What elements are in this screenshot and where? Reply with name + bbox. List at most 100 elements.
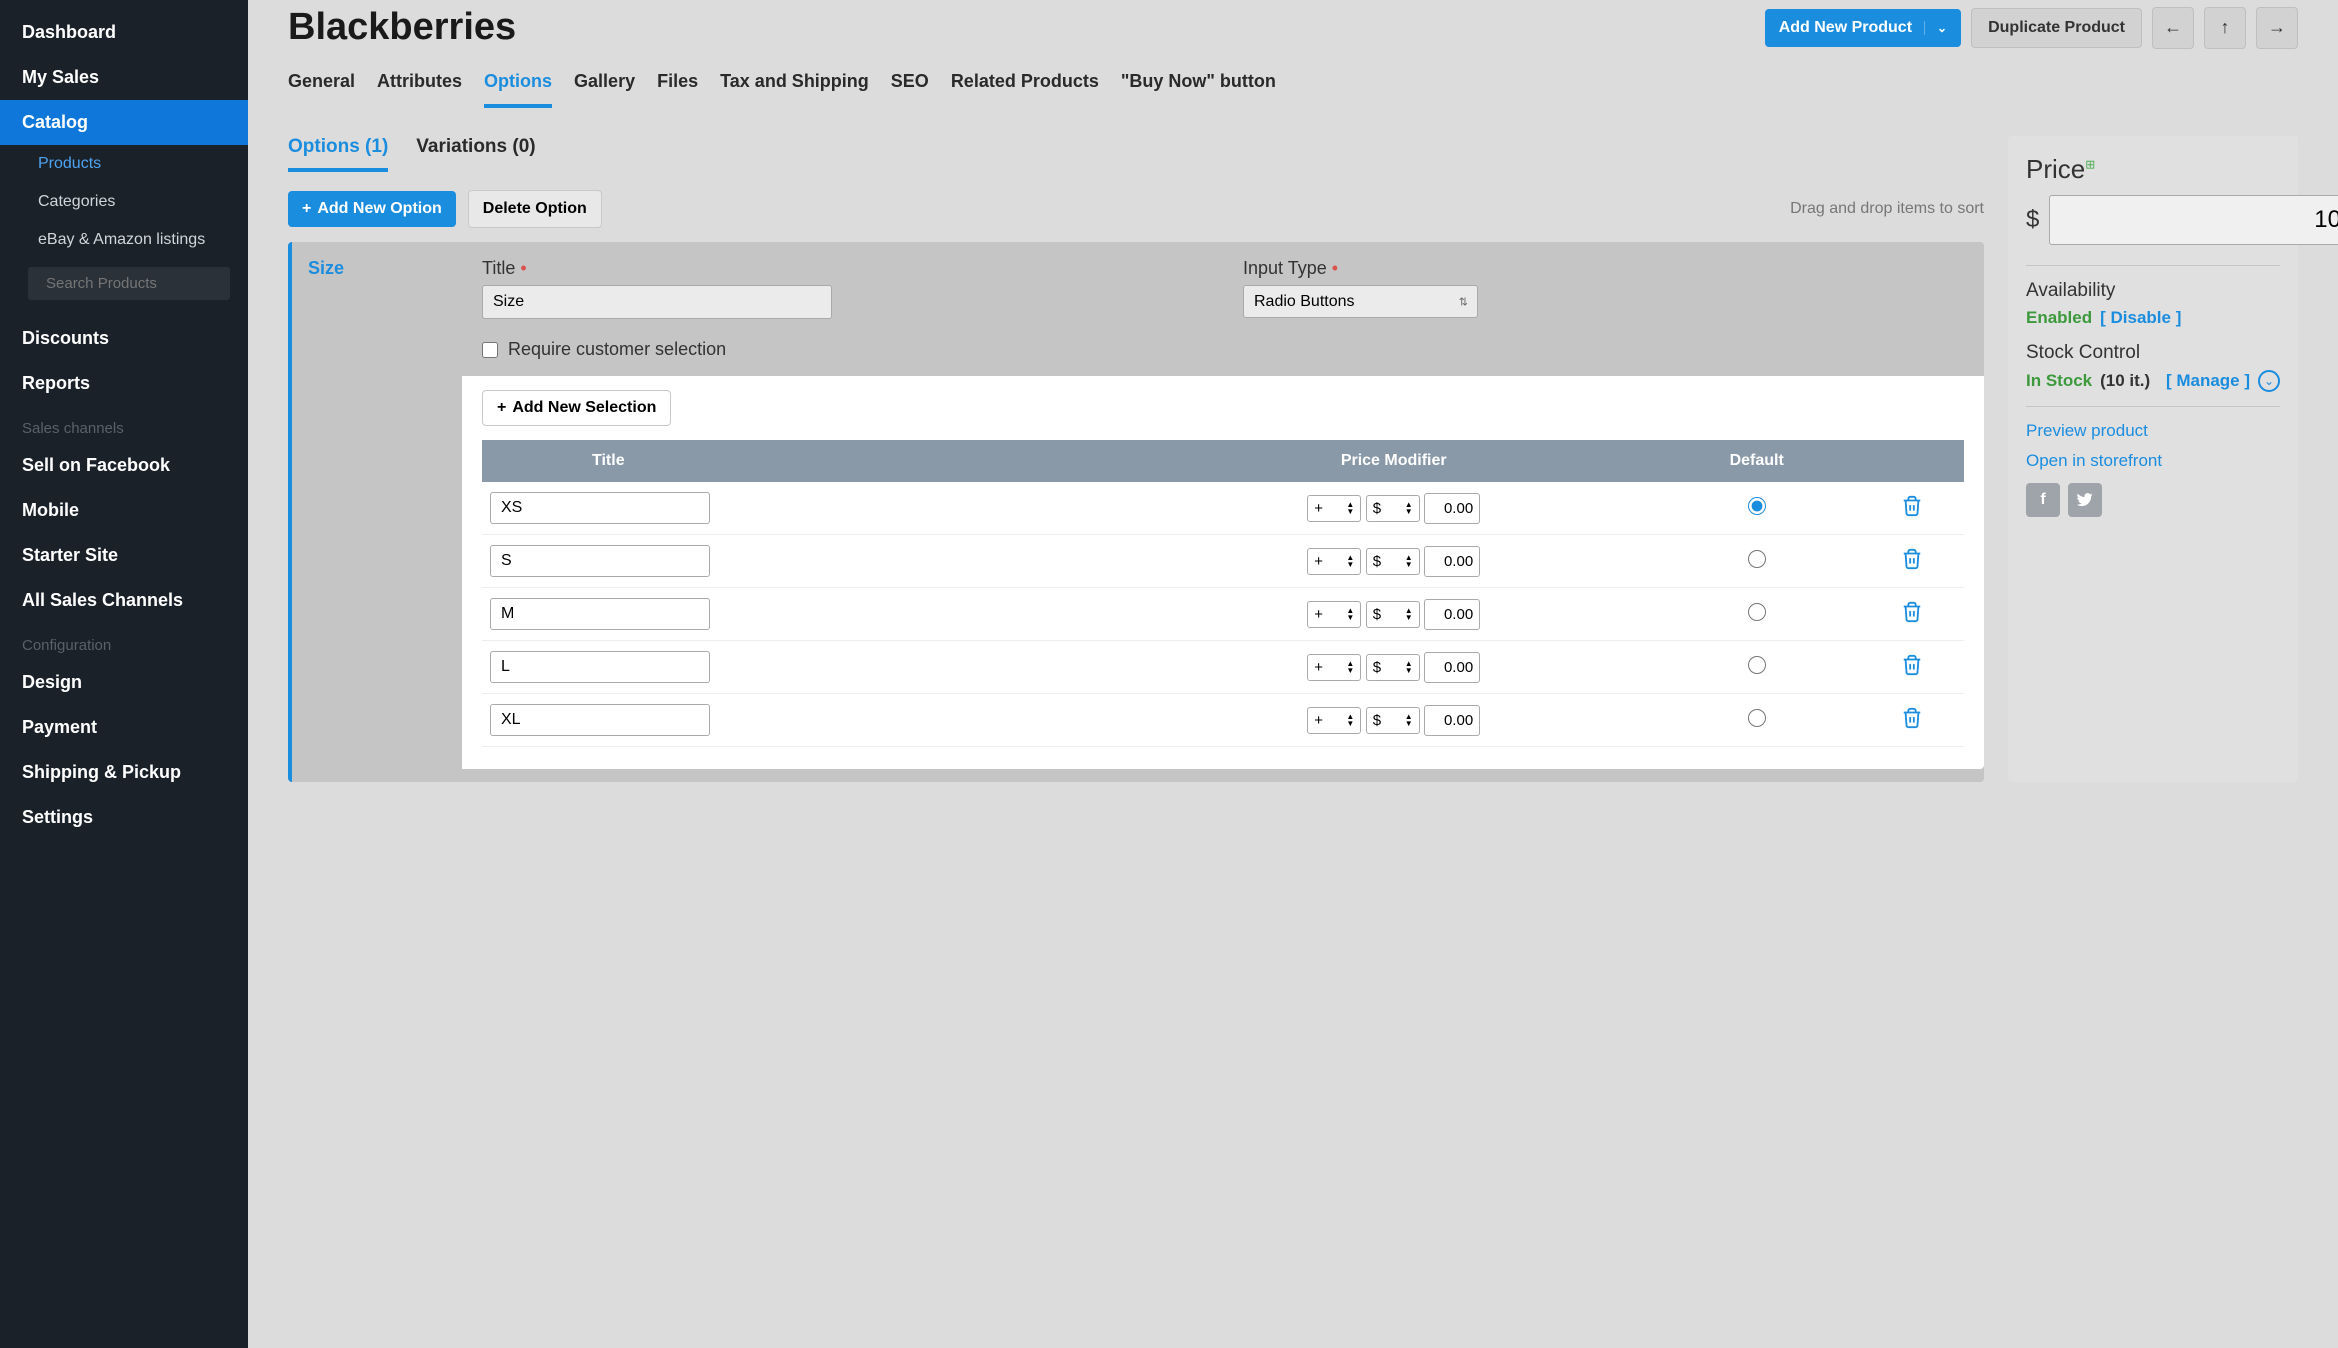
option-panel: Size Title • Input Type • bbox=[288, 242, 1984, 782]
selection-title-input[interactable] bbox=[490, 651, 710, 683]
open-storefront-link[interactable]: Open in storefront bbox=[2026, 451, 2280, 471]
stock-status: In Stock bbox=[2026, 371, 2092, 391]
nav-catalog[interactable]: Catalog bbox=[0, 100, 248, 145]
tab-options[interactable]: Options bbox=[484, 71, 552, 108]
plus-icon: + bbox=[302, 200, 311, 218]
disable-link[interactable]: [ Disable ] bbox=[2100, 308, 2181, 328]
delete-selection-button[interactable] bbox=[1901, 557, 1923, 574]
selections-area: + Add New Selection Title Price Modifier bbox=[462, 376, 1984, 769]
arrow-left-icon: ← bbox=[2164, 17, 2182, 38]
nav-dashboard[interactable]: Dashboard bbox=[0, 10, 248, 55]
twitter-icon[interactable] bbox=[2068, 483, 2102, 517]
price-modifier-input[interactable] bbox=[1424, 652, 1480, 683]
section-configuration: Configuration bbox=[0, 623, 248, 660]
sign-stepper[interactable]: +▲▼ bbox=[1307, 495, 1361, 522]
search-input[interactable] bbox=[46, 275, 245, 292]
sign-stepper[interactable]: +▲▼ bbox=[1307, 601, 1361, 628]
tab-attributes[interactable]: Attributes bbox=[377, 71, 462, 108]
tab-tax-shipping[interactable]: Tax and Shipping bbox=[720, 71, 869, 108]
nav-up-button[interactable]: ↑ bbox=[2204, 7, 2246, 49]
unit-stepper[interactable]: $▲▼ bbox=[1366, 707, 1420, 734]
nav-my-sales[interactable]: My Sales bbox=[0, 55, 248, 100]
tab-files[interactable]: Files bbox=[657, 71, 698, 108]
nav-reports[interactable]: Reports bbox=[0, 361, 248, 406]
selection-row: +▲▼ $▲▼ bbox=[482, 641, 1964, 694]
require-selection-checkbox[interactable] bbox=[482, 342, 498, 358]
manage-stock-link[interactable]: [ Manage ] bbox=[2166, 371, 2250, 391]
delete-selection-button[interactable] bbox=[1901, 610, 1923, 627]
sub-categories[interactable]: Categories bbox=[0, 183, 248, 221]
arrow-right-icon: → bbox=[2268, 17, 2286, 38]
stock-count: (10 it.) bbox=[2100, 371, 2150, 391]
sign-stepper[interactable]: +▲▼ bbox=[1307, 548, 1361, 575]
price-modifier-input[interactable] bbox=[1424, 599, 1480, 630]
default-radio[interactable] bbox=[1748, 656, 1766, 674]
add-new-option-button[interactable]: + Add New Option bbox=[288, 191, 456, 227]
header: Blackberries Add New Product ⌄ Duplicate… bbox=[288, 6, 2298, 49]
tab-related-products[interactable]: Related Products bbox=[951, 71, 1099, 108]
input-type-select[interactable]: Radio Buttons bbox=[1243, 285, 1478, 318]
tab-buy-now[interactable]: "Buy Now" button bbox=[1121, 71, 1276, 108]
price-modifier-input[interactable] bbox=[1424, 546, 1480, 577]
selection-row: +▲▼ $▲▼ bbox=[482, 535, 1964, 588]
default-radio[interactable] bbox=[1748, 709, 1766, 727]
selection-title-input[interactable] bbox=[490, 545, 710, 577]
preview-product-link[interactable]: Preview product bbox=[2026, 421, 2280, 441]
tab-gallery[interactable]: Gallery bbox=[574, 71, 635, 108]
nav-back-button[interactable]: ← bbox=[2152, 7, 2194, 49]
price-modifier-input[interactable] bbox=[1424, 493, 1480, 524]
tab-general[interactable]: General bbox=[288, 71, 355, 108]
nav-starter-site[interactable]: Starter Site bbox=[0, 533, 248, 578]
price-input[interactable] bbox=[2049, 195, 2338, 245]
main: Blackberries Add New Product ⌄ Duplicate… bbox=[248, 0, 2338, 1348]
default-radio[interactable] bbox=[1748, 497, 1766, 515]
subtab-options[interactable]: Options (1) bbox=[288, 136, 388, 172]
product-tabs: General Attributes Options Gallery Files… bbox=[288, 71, 2298, 108]
delete-selection-button[interactable] bbox=[1901, 504, 1923, 521]
nav-sell-facebook[interactable]: Sell on Facebook bbox=[0, 443, 248, 488]
selection-title-input[interactable] bbox=[490, 492, 710, 524]
search-box[interactable] bbox=[28, 267, 230, 300]
option-side-item-size[interactable]: Size bbox=[308, 258, 446, 279]
nav-shipping-pickup[interactable]: Shipping & Pickup bbox=[0, 750, 248, 795]
sub-products[interactable]: Products bbox=[0, 145, 248, 183]
unit-stepper[interactable]: $▲▼ bbox=[1366, 601, 1420, 628]
selection-title-input[interactable] bbox=[490, 598, 710, 630]
sign-stepper[interactable]: +▲▼ bbox=[1307, 654, 1361, 681]
nav-design[interactable]: Design bbox=[0, 660, 248, 705]
selection-row: +▲▼ $▲▼ bbox=[482, 694, 1964, 747]
unit-stepper[interactable]: $▲▼ bbox=[1366, 495, 1420, 522]
price-modifier-input[interactable] bbox=[1424, 705, 1480, 736]
col-default: Default bbox=[1654, 440, 1859, 482]
delete-selection-button[interactable] bbox=[1901, 716, 1923, 733]
unit-stepper[interactable]: $▲▼ bbox=[1366, 548, 1420, 575]
nav-discounts[interactable]: Discounts bbox=[0, 316, 248, 361]
option-title-label: Title • bbox=[482, 258, 1203, 279]
default-radio[interactable] bbox=[1748, 550, 1766, 568]
selection-title-input[interactable] bbox=[490, 704, 710, 736]
add-new-product-button[interactable]: Add New Product ⌄ bbox=[1765, 9, 1961, 47]
default-radio[interactable] bbox=[1748, 603, 1766, 621]
require-selection-label: Require customer selection bbox=[508, 339, 726, 360]
tab-seo[interactable]: SEO bbox=[891, 71, 929, 108]
divider bbox=[2026, 265, 2280, 266]
facebook-icon[interactable]: f bbox=[2026, 483, 2060, 517]
unit-stepper[interactable]: $▲▼ bbox=[1366, 654, 1420, 681]
delete-selection-button[interactable] bbox=[1901, 663, 1923, 680]
nav-forward-button[interactable]: → bbox=[2256, 7, 2298, 49]
nav-mobile[interactable]: Mobile bbox=[0, 488, 248, 533]
nav-settings[interactable]: Settings bbox=[0, 795, 248, 840]
add-new-selection-button[interactable]: + Add New Selection bbox=[482, 390, 671, 426]
sub-ebay-amazon[interactable]: eBay & Amazon listings bbox=[0, 221, 248, 259]
add-new-selection-label: Add New Selection bbox=[512, 399, 656, 417]
duplicate-product-button[interactable]: Duplicate Product bbox=[1971, 8, 2142, 48]
price-heading: Price⊞ bbox=[2026, 154, 2280, 185]
subtab-variations[interactable]: Variations (0) bbox=[416, 136, 535, 172]
nav-payment[interactable]: Payment bbox=[0, 705, 248, 750]
option-title-input[interactable] bbox=[482, 285, 832, 319]
sign-stepper[interactable]: +▲▼ bbox=[1307, 707, 1361, 734]
nav-all-channels[interactable]: All Sales Channels bbox=[0, 578, 248, 623]
delete-option-button[interactable]: Delete Option bbox=[468, 190, 602, 228]
expand-stock-button[interactable]: ⌄ bbox=[2258, 370, 2280, 392]
social-row: f bbox=[2026, 483, 2280, 517]
